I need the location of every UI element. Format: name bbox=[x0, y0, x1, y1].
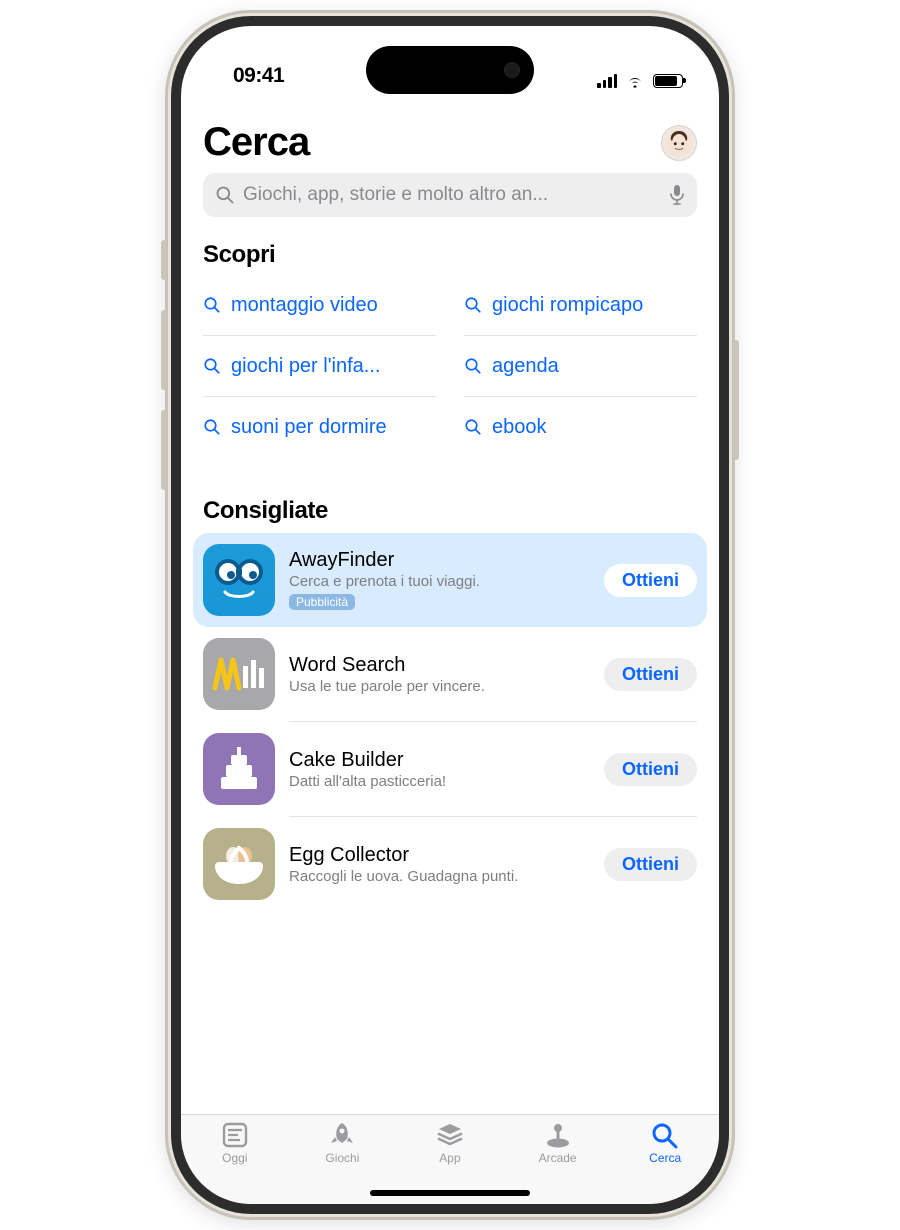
suggested-list: AwayFinder Cerca e prenota i tuoi viaggi… bbox=[203, 533, 697, 911]
suggested-app-row[interactable]: Cake Builder Datti all'alta pasticceria!… bbox=[203, 722, 697, 816]
tab-label: Giochi bbox=[325, 1151, 359, 1165]
discover-heading: Scopri bbox=[203, 241, 697, 269]
tab-label: Arcade bbox=[539, 1151, 577, 1165]
rocket-icon bbox=[327, 1121, 357, 1149]
discover-label: giochi per l'infa... bbox=[231, 355, 380, 378]
suggested-app-row[interactable]: Word Search Usa le tue parole per vincer… bbox=[203, 627, 697, 721]
app-icon-cakebuilder bbox=[203, 733, 275, 805]
discover-item[interactable]: ebook bbox=[464, 397, 697, 457]
battery-icon bbox=[653, 74, 683, 88]
search-icon bbox=[464, 418, 482, 436]
status-icons bbox=[597, 74, 683, 88]
app-subtitle: Usa le tue parole per vincere. bbox=[289, 678, 590, 695]
microphone-icon[interactable] bbox=[669, 184, 685, 206]
app-icon-eggcollector bbox=[203, 828, 275, 900]
ad-badge: Pubblicità bbox=[289, 594, 355, 610]
get-button[interactable]: Ottieni bbox=[604, 753, 697, 786]
today-icon bbox=[220, 1121, 250, 1149]
app-subtitle: Cerca e prenota i tuoi viaggi. bbox=[289, 573, 590, 590]
status-bar: 09:41 bbox=[181, 26, 719, 88]
tab-label: Cerca bbox=[649, 1151, 681, 1165]
search-input[interactable]: Giochi, app, storie e molto altro an... bbox=[203, 173, 697, 217]
discover-label: montaggio video bbox=[231, 294, 378, 317]
phone-volume-down-button bbox=[161, 410, 167, 490]
app-name: Egg Collector bbox=[289, 844, 590, 867]
screen: 09:41 Cerca bbox=[181, 26, 719, 1204]
account-avatar[interactable] bbox=[661, 125, 697, 161]
phone-frame: 09:41 Cerca bbox=[165, 10, 735, 1220]
page-content: Cerca Giochi, app, storie bbox=[181, 106, 719, 1204]
app-info: Cake Builder Datti all'alta pasticceria! bbox=[289, 749, 590, 790]
search-icon bbox=[650, 1121, 680, 1149]
app-subtitle: Datti all'alta pasticceria! bbox=[289, 773, 590, 790]
tab-today[interactable]: Oggi bbox=[195, 1121, 275, 1204]
app-icon-wordsearch bbox=[203, 638, 275, 710]
suggested-heading: Consigliate bbox=[203, 497, 697, 525]
app-name: Word Search bbox=[289, 654, 590, 677]
arcade-icon bbox=[543, 1121, 573, 1149]
app-info: AwayFinder Cerca e prenota i tuoi viaggi… bbox=[289, 549, 590, 611]
app-name: Cake Builder bbox=[289, 749, 590, 772]
home-indicator[interactable] bbox=[370, 1190, 530, 1196]
search-icon bbox=[215, 185, 235, 205]
get-button[interactable]: Ottieni bbox=[604, 848, 697, 881]
status-time: 09:41 bbox=[233, 64, 597, 88]
discover-label: ebook bbox=[492, 416, 547, 439]
discover-item[interactable]: giochi per l'infa... bbox=[203, 336, 436, 397]
page-title: Cerca bbox=[203, 120, 309, 165]
cellular-icon bbox=[597, 74, 617, 88]
page-header: Cerca bbox=[203, 120, 697, 165]
wifi-icon bbox=[625, 74, 645, 88]
phone-power-button bbox=[733, 340, 739, 460]
get-button[interactable]: Ottieni bbox=[604, 564, 697, 597]
discover-item[interactable]: suoni per dormire bbox=[203, 397, 436, 457]
apps-icon bbox=[435, 1121, 465, 1149]
search-icon bbox=[203, 418, 221, 436]
avatar-face-icon bbox=[664, 128, 694, 158]
phone-side-button bbox=[161, 240, 167, 280]
search-icon bbox=[464, 296, 482, 314]
discover-item[interactable]: giochi rompicapo bbox=[464, 275, 697, 336]
app-subtitle: Raccogli le uova. Guadagna punti. bbox=[289, 868, 590, 885]
search-placeholder: Giochi, app, storie e molto altro an... bbox=[243, 184, 661, 206]
get-button[interactable]: Ottieni bbox=[604, 658, 697, 691]
tab-search[interactable]: Cerca bbox=[625, 1121, 705, 1204]
app-icon-awayfinder bbox=[203, 544, 275, 616]
discover-grid: montaggio video giochi rompicapo giochi … bbox=[203, 275, 697, 457]
suggested-app-row[interactable]: AwayFinder Cerca e prenota i tuoi viaggi… bbox=[193, 533, 707, 627]
phone-volume-up-button bbox=[161, 310, 167, 390]
app-info: Word Search Usa le tue parole per vincer… bbox=[289, 654, 590, 695]
discover-item[interactable]: agenda bbox=[464, 336, 697, 397]
app-info: Egg Collector Raccogli le uova. Guadagna… bbox=[289, 844, 590, 885]
search-icon bbox=[464, 357, 482, 375]
search-icon bbox=[203, 296, 221, 314]
suggested-app-row[interactable]: Egg Collector Raccogli le uova. Guadagna… bbox=[203, 817, 697, 911]
discover-label: giochi rompicapo bbox=[492, 294, 643, 317]
tab-label: Oggi bbox=[222, 1151, 247, 1165]
discover-label: suoni per dormire bbox=[231, 416, 387, 439]
discover-label: agenda bbox=[492, 355, 559, 378]
discover-item[interactable]: montaggio video bbox=[203, 275, 436, 336]
search-icon bbox=[203, 357, 221, 375]
tab-label: App bbox=[439, 1151, 460, 1165]
app-name: AwayFinder bbox=[289, 549, 590, 572]
